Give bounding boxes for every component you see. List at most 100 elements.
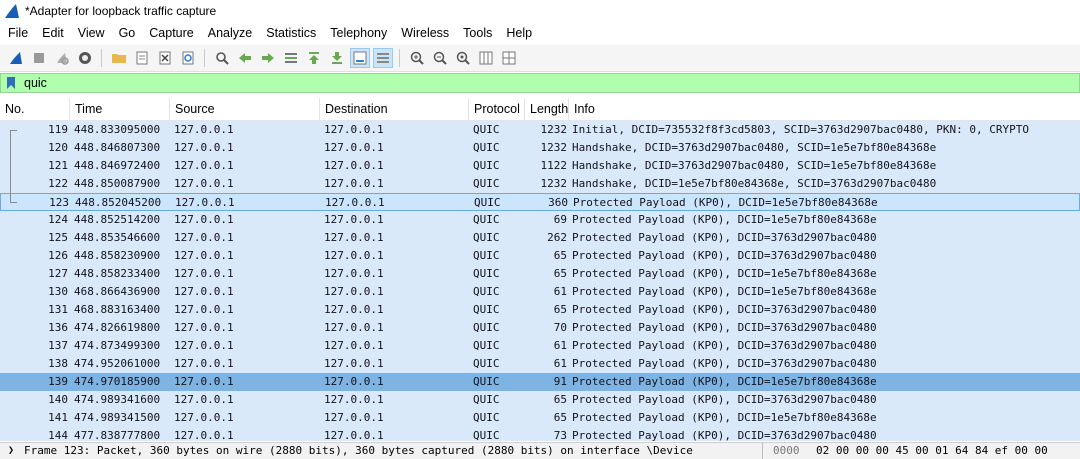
packet-no: 126 <box>48 249 68 262</box>
packet-length: 61 <box>553 339 567 352</box>
packet-row[interactable]: 123 448.852045200 127.0.0.1 127.0.0.1 QUIC 36… <box>0 193 1080 211</box>
packet-row[interactable]: 139 474.970185900 127.0.0.1 127.0.0.1 QUIC 91… <box>0 373 1080 391</box>
packet-row[interactable]: 137 474.873499300 127.0.0.1 127.0.0.1 QUIC 61… <box>0 337 1080 355</box>
autoscroll-icon[interactable] <box>349 48 370 68</box>
column-header-time[interactable]: Time <box>70 98 170 120</box>
menu-tools[interactable]: Tools <box>456 22 499 44</box>
details-strip: ❯ Frame 123: Packet, 360 bytes on wire (… <box>0 442 1080 459</box>
pane-divider[interactable] <box>762 443 763 459</box>
packet-length: 1122 <box>540 159 568 172</box>
packet-info: Protected Payload (KP0), DCID=3763d2907b… <box>572 303 877 316</box>
packet-source: 127.0.0.1 <box>174 267 234 280</box>
packet-protocol: QUIC <box>473 375 500 388</box>
packet-row[interactable]: 125 448.853546600 127.0.0.1 127.0.0.1 QUIC 26… <box>0 229 1080 247</box>
column-header-source[interactable]: Source <box>170 98 320 120</box>
packet-row[interactable]: 138 474.952061000 127.0.0.1 127.0.0.1 QUIC 61… <box>0 355 1080 373</box>
column-header-destination[interactable]: Destination <box>320 98 469 120</box>
go-last-icon[interactable] <box>327 48 347 68</box>
packet-row[interactable]: 122 448.850087900 127.0.0.1 127.0.0.1 QUIC 12… <box>0 175 1080 193</box>
menu-help[interactable]: Help <box>499 22 539 44</box>
go-first-icon[interactable] <box>304 48 324 68</box>
conversation-bracket-start <box>10 130 17 131</box>
packet-no: 144 <box>48 429 68 441</box>
packet-info: Protected Payload (KP0), DCID=3763d2907b… <box>572 321 877 334</box>
menu-analyze[interactable]: Analyze <box>201 22 259 44</box>
menu-capture[interactable]: Capture <box>142 22 200 44</box>
colorize-icon[interactable] <box>372 48 393 68</box>
resize-columns-icon[interactable] <box>476 48 496 68</box>
hex-bytes[interactable]: 02 00 00 00 45 00 01 64 84 ef 00 00 <box>816 443 1048 459</box>
packet-row[interactable]: 130 468.866436900 127.0.0.1 127.0.0.1 QUIC 61… <box>0 283 1080 301</box>
column-header-protocol[interactable]: Protocol <box>469 98 525 120</box>
capture-options-icon[interactable] <box>75 48 95 68</box>
packet-info: Protected Payload (KP0), DCID=1e5e7bf80e… <box>572 267 877 280</box>
frame-detail-summary[interactable]: Frame 123: Packet, 360 bytes on wire (28… <box>24 443 744 459</box>
menu-edit[interactable]: Edit <box>35 22 71 44</box>
expand-arrow-icon[interactable]: ❯ <box>8 443 14 459</box>
packet-row[interactable]: 121 448.846972400 127.0.0.1 127.0.0.1 QUIC 11… <box>0 157 1080 175</box>
reload-file-icon[interactable] <box>178 48 198 68</box>
restart-capture-icon[interactable] <box>52 48 72 68</box>
zoom-out-icon[interactable] <box>430 48 450 68</box>
packet-protocol: QUIC <box>473 357 500 370</box>
packet-row[interactable]: 144 477.838777800 127.0.0.1 127.0.0.1 QUIC 73… <box>0 427 1080 441</box>
packet-row[interactable]: 126 448.858230900 127.0.0.1 127.0.0.1 QUIC 65… <box>0 247 1080 265</box>
column-header-info[interactable]: Info <box>569 98 1080 120</box>
bookmark-icon[interactable] <box>4 75 18 91</box>
packet-source: 127.0.0.1 <box>174 249 234 262</box>
packet-row[interactable]: 127 448.858233400 127.0.0.1 127.0.0.1 QUIC 65… <box>0 265 1080 283</box>
packet-row[interactable]: 120 448.846807300 127.0.0.1 127.0.0.1 QUIC 12… <box>0 139 1080 157</box>
packet-source: 127.0.0.1 <box>174 393 234 406</box>
menu-telephony[interactable]: Telephony <box>323 22 394 44</box>
packet-row[interactable]: 131 468.883163400 127.0.0.1 127.0.0.1 QUIC 65… <box>0 301 1080 319</box>
packet-protocol: QUIC <box>473 267 500 280</box>
toolbar-separator <box>399 49 400 67</box>
packet-no: 139 <box>48 375 68 388</box>
packet-protocol: QUIC <box>473 339 500 352</box>
menu-statistics[interactable]: Statistics <box>259 22 323 44</box>
packet-time: 448.858233400 <box>74 267 161 280</box>
grid-icon[interactable] <box>499 48 519 68</box>
display-filter-input[interactable] <box>24 76 924 90</box>
menu-file[interactable]: File <box>0 22 35 44</box>
packet-length: 65 <box>553 393 567 406</box>
packet-info: Protected Payload (KP0), DCID=3763d2907b… <box>572 393 877 406</box>
go-back-icon[interactable] <box>235 48 255 68</box>
open-file-icon[interactable] <box>109 48 129 68</box>
packet-source: 127.0.0.1 <box>175 196 235 209</box>
packet-row[interactable]: 119 448.833095000 127.0.0.1 127.0.0.1 QUIC 12… <box>0 121 1080 139</box>
packet-row[interactable]: 141 474.989341500 127.0.0.1 127.0.0.1 QUIC 65… <box>0 409 1080 427</box>
packet-row[interactable]: 124 448.852514200 127.0.0.1 127.0.0.1 QUIC 69… <box>0 211 1080 229</box>
packet-row[interactable]: 136 474.826619800 127.0.0.1 127.0.0.1 QUIC 70… <box>0 319 1080 337</box>
menu-view[interactable]: View <box>71 22 112 44</box>
stop-capture-icon[interactable] <box>29 48 49 68</box>
packet-source: 127.0.0.1 <box>174 141 234 154</box>
packet-time: 448.833095000 <box>74 123 161 136</box>
packet-length: 70 <box>553 321 567 334</box>
packet-destination: 127.0.0.1 <box>325 196 385 209</box>
column-header-no[interactable]: No. <box>0 98 70 120</box>
packet-protocol: QUIC <box>473 141 500 154</box>
toolbar-separator <box>204 49 205 67</box>
go-to-packet-icon[interactable] <box>281 48 301 68</box>
packet-info: Protected Payload (KP0), DCID=1e5e7bf80e… <box>572 213 877 226</box>
packet-time: 448.852514200 <box>74 213 161 226</box>
packet-source: 127.0.0.1 <box>174 303 234 316</box>
zoom-normal-icon[interactable] <box>453 48 473 68</box>
packet-source: 127.0.0.1 <box>174 177 234 190</box>
packet-no: 124 <box>48 213 68 226</box>
start-capture-icon[interactable] <box>6 48 26 68</box>
packet-source: 127.0.0.1 <box>174 213 234 226</box>
find-packet-icon[interactable] <box>212 48 232 68</box>
window-title: *Adapter for loopback traffic capture <box>25 4 217 18</box>
close-file-icon[interactable] <box>155 48 175 68</box>
menu-wireless[interactable]: Wireless <box>394 22 456 44</box>
go-forward-icon[interactable] <box>258 48 278 68</box>
menu-go[interactable]: Go <box>112 22 143 44</box>
packet-row[interactable]: 140 474.989341600 127.0.0.1 127.0.0.1 QUIC 65… <box>0 391 1080 409</box>
column-header-length[interactable]: Length <box>525 98 569 120</box>
packet-source: 127.0.0.1 <box>174 357 234 370</box>
save-file-icon[interactable] <box>132 48 152 68</box>
packet-protocol: QUIC <box>473 177 500 190</box>
zoom-in-icon[interactable] <box>407 48 427 68</box>
